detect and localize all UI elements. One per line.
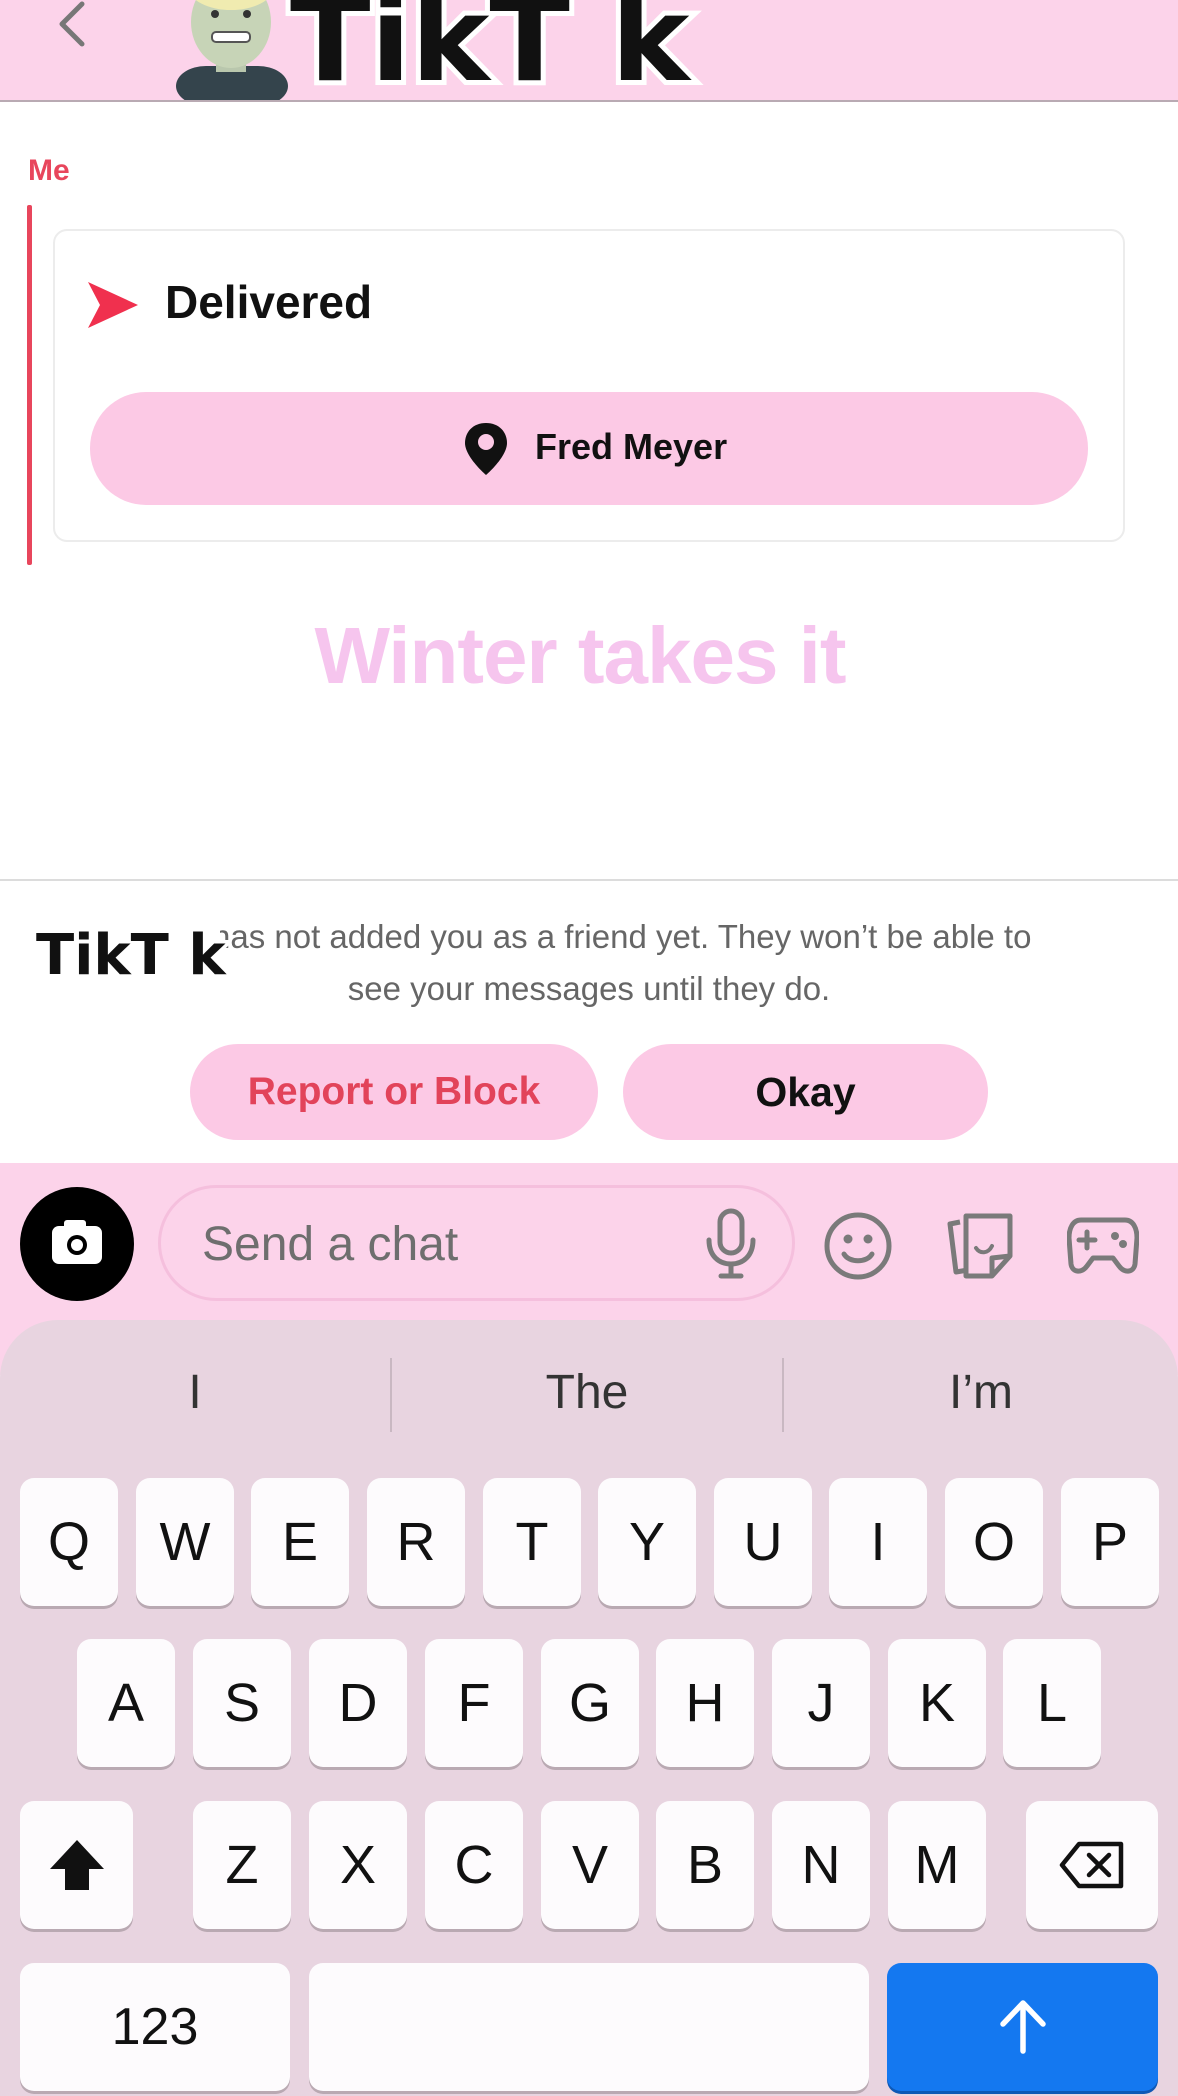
key-f[interactable]: F	[425, 1639, 523, 1767]
microphone-icon[interactable]	[703, 1208, 759, 1280]
key-q[interactable]: Q	[20, 1478, 118, 1606]
key-z[interactable]: Z	[193, 1801, 291, 1929]
delivered-status: Delivered	[165, 276, 373, 328]
divider	[0, 879, 1178, 881]
key-p[interactable]: P	[1061, 1478, 1159, 1606]
key-x[interactable]: X	[309, 1801, 407, 1929]
backspace-key[interactable]	[1026, 1801, 1158, 1929]
report-or-block-button[interactable]: Report or Block	[190, 1044, 598, 1140]
snap-caption-text: Winter takes it	[314, 611, 846, 700]
tiktok-logo-sticker: TikT k	[285, 0, 697, 92]
key-d[interactable]: D	[309, 1639, 407, 1767]
location-label: Fred Meyer	[535, 426, 728, 467]
friend-notice-line1: has not added you as a friend yet. They …	[212, 918, 1032, 955]
tiktok-name-sticker: TikT k	[33, 918, 230, 990]
key-e[interactable]: E	[251, 1478, 349, 1606]
key-i[interactable]: I	[829, 1478, 927, 1606]
svg-text:TikT k: TikT k	[290, 0, 692, 92]
key-b[interactable]: B	[656, 1801, 754, 1929]
suggestion-1[interactable]: I	[100, 1365, 290, 1429]
numbers-key[interactable]: 123	[20, 1963, 290, 2091]
message-accent-bar	[27, 205, 32, 565]
chat-input-placeholder: Send a chat	[202, 1218, 459, 1271]
emoji-icon[interactable]	[822, 1210, 894, 1282]
delivered-arrow-icon	[88, 282, 138, 328]
key-j[interactable]: J	[772, 1639, 870, 1767]
key-t[interactable]: T	[483, 1478, 581, 1606]
key-a[interactable]: A	[77, 1639, 175, 1767]
svg-text:TikT k: TikT k	[36, 923, 227, 988]
space-key[interactable]	[309, 1963, 869, 2091]
key-g[interactable]: G	[541, 1639, 639, 1767]
send-key[interactable]	[887, 1963, 1158, 2091]
shift-icon	[49, 1840, 104, 1890]
key-m[interactable]: M	[888, 1801, 986, 1929]
key-o[interactable]: O	[945, 1478, 1043, 1606]
suggestion-3[interactable]: I’m	[784, 1365, 1178, 1429]
key-l[interactable]: L	[1003, 1639, 1101, 1767]
camera-icon	[52, 1220, 102, 1264]
avatar[interactable]	[168, 0, 294, 102]
key-r[interactable]: R	[367, 1478, 465, 1606]
key-y[interactable]: Y	[598, 1478, 696, 1606]
key-c[interactable]: C	[425, 1801, 523, 1929]
camera-button[interactable]	[20, 1187, 134, 1301]
chat-header: TikT k	[0, 0, 1178, 102]
suggestion-2[interactable]: The	[392, 1365, 782, 1429]
key-n[interactable]: N	[772, 1801, 870, 1929]
gamepad-icon[interactable]	[1067, 1212, 1139, 1276]
key-k[interactable]: K	[888, 1639, 986, 1767]
map-pin-icon	[465, 423, 507, 475]
sender-label: Me	[28, 154, 70, 187]
sticker-icon[interactable]	[946, 1210, 1016, 1282]
shift-key[interactable]	[20, 1801, 133, 1929]
chevron-left-icon[interactable]	[52, 0, 92, 50]
key-w[interactable]: W	[136, 1478, 234, 1606]
key-v[interactable]: V	[541, 1801, 639, 1929]
backspace-icon	[1059, 1841, 1124, 1889]
key-s[interactable]: S	[193, 1639, 291, 1767]
okay-button[interactable]: Okay	[623, 1044, 988, 1140]
key-u[interactable]: U	[714, 1478, 812, 1606]
key-h[interactable]: H	[656, 1639, 754, 1767]
send-arrow-icon	[999, 2000, 1046, 2054]
